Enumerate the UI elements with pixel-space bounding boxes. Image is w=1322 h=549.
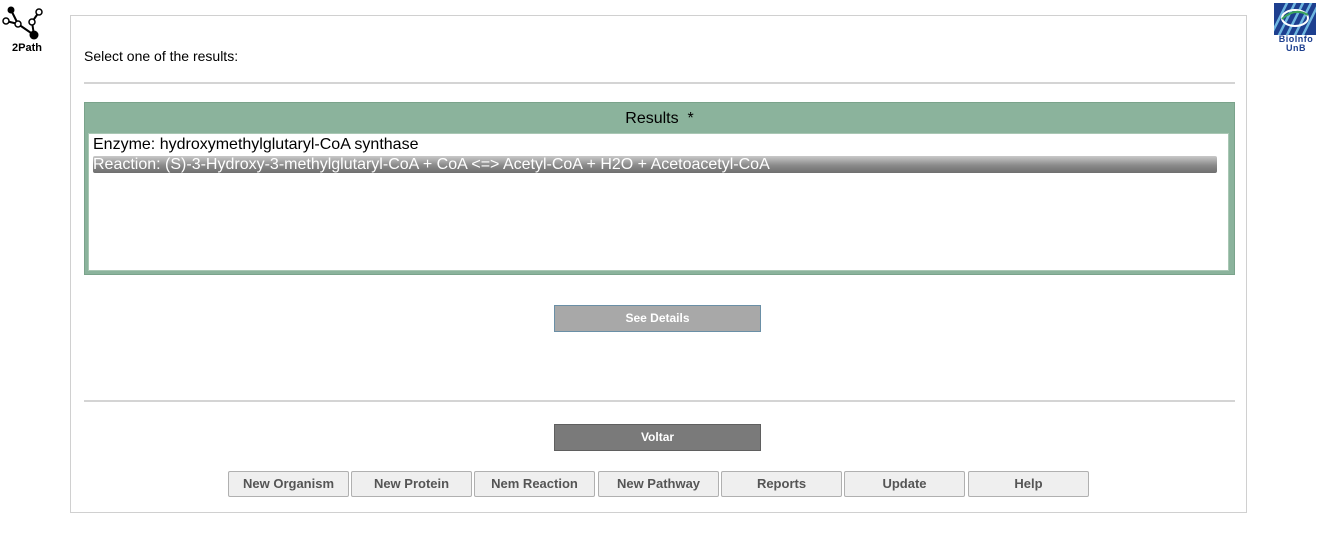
bioinfo-logo-text: BioInfo UnB — [1273, 35, 1319, 53]
bioinfo-line2: UnB — [1286, 43, 1306, 53]
result-option-reaction-selected[interactable]: Reaction: (S)-3-Hydroxy-3-methylglutaryl… — [93, 156, 1217, 173]
update-button[interactable]: Update — [844, 471, 965, 497]
results-header: Results * — [625, 110, 694, 127]
new-protein-button[interactable]: New Protein — [351, 471, 472, 497]
instruction-text: Select one of the results: — [84, 48, 239, 64]
bioinfo-mark-icon — [1274, 3, 1316, 35]
pathway-graph-icon — [2, 6, 43, 40]
bioinfo-unb-logo: BioInfo UnB — [1273, 3, 1319, 55]
main-panel: Select one of the results: Results * Enz… — [70, 15, 1247, 513]
see-details-button[interactable]: See Details — [554, 305, 761, 332]
divider-top — [84, 82, 1235, 84]
voltar-button[interactable]: Voltar — [554, 424, 761, 451]
new-pathway-button[interactable]: New Pathway — [598, 471, 719, 497]
new-reaction-button[interactable]: Nem Reaction — [474, 471, 595, 497]
divider-bottom — [84, 400, 1235, 402]
2path-logo: 2Path — [2, 4, 50, 56]
reports-button[interactable]: Reports — [721, 471, 842, 497]
results-box: Results * Enzyme: hydroxymethylglutaryl-… — [84, 102, 1235, 275]
result-option-enzyme[interactable]: Enzyme: hydroxymethylglutaryl-CoA syntha… — [93, 136, 418, 153]
help-button[interactable]: Help — [968, 471, 1089, 497]
new-organism-button[interactable]: New Organism — [228, 471, 349, 497]
2path-logo-text: 2Path — [12, 42, 42, 54]
results-listbox[interactable]: Enzyme: hydroxymethylglutaryl-CoA syntha… — [88, 133, 1229, 271]
